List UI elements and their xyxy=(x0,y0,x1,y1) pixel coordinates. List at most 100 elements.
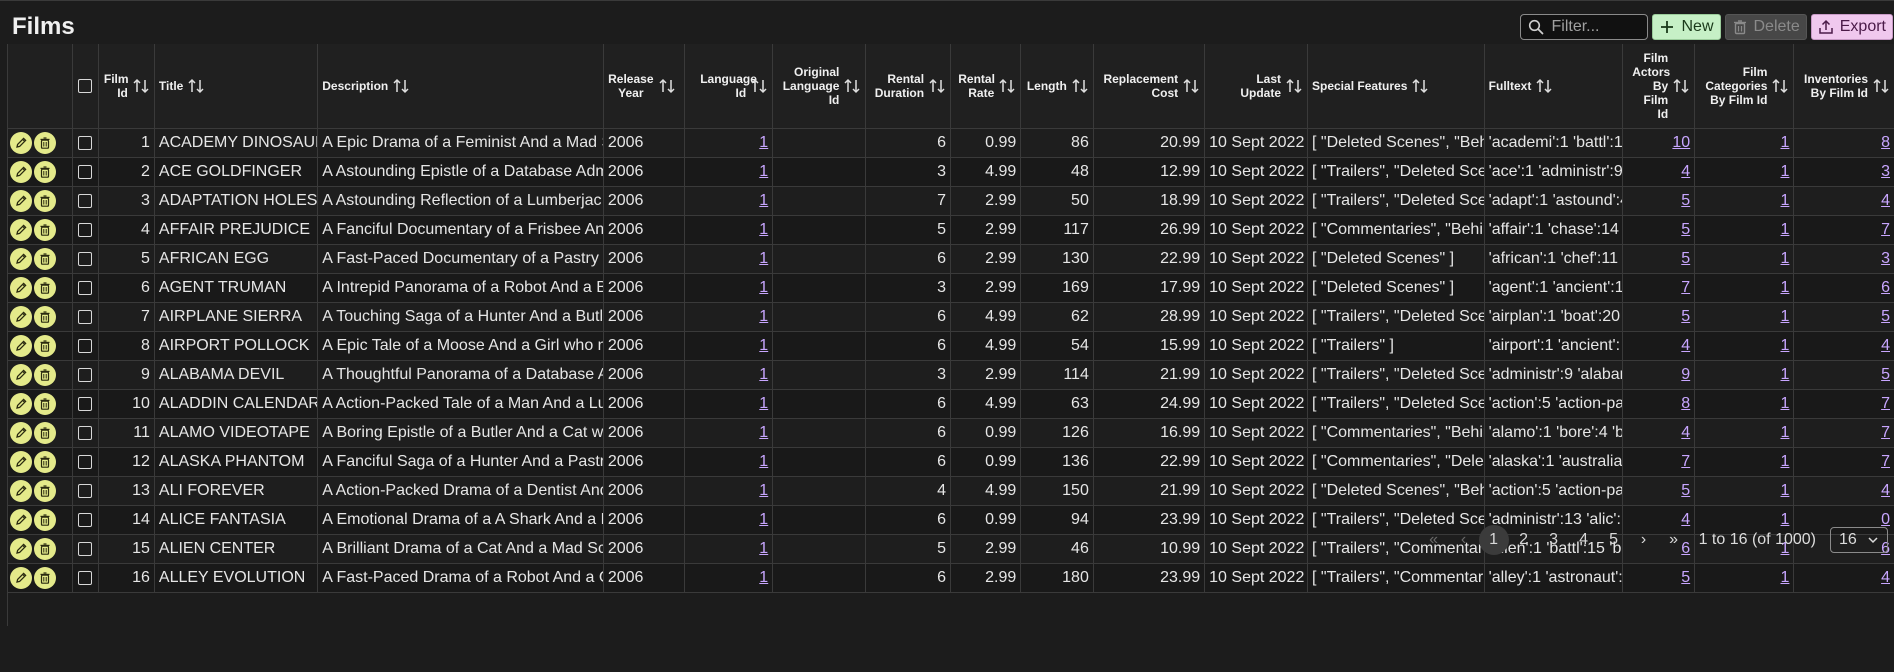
delete-row-button[interactable] xyxy=(34,363,56,386)
edit-row-button[interactable] xyxy=(10,566,32,589)
cell-language-id-link[interactable]: 1 xyxy=(759,482,768,499)
edit-row-button[interactable] xyxy=(10,160,32,183)
cell-film-actors-link[interactable]: 10 xyxy=(1672,134,1690,151)
header-replacement-cost[interactable]: Replacement Cost xyxy=(1093,44,1206,129)
cell-inventories-link[interactable]: 7 xyxy=(1881,453,1890,470)
cell-inventories-link[interactable]: 4 xyxy=(1881,192,1890,209)
cell-film-actors-link[interactable]: 5 xyxy=(1681,308,1690,325)
header-language-id[interactable]: Language Id xyxy=(684,44,774,129)
edit-row-button[interactable] xyxy=(10,479,32,502)
row-checkbox[interactable] xyxy=(78,483,93,498)
cell-film-categories-link[interactable]: 1 xyxy=(1781,482,1790,499)
sort-icon[interactable] xyxy=(750,77,768,95)
cell-film-actors-link[interactable]: 7 xyxy=(1681,453,1690,470)
header-title[interactable]: Title xyxy=(154,44,319,129)
row-checkbox[interactable] xyxy=(78,164,93,179)
cell-film-categories-link[interactable]: 1 xyxy=(1781,569,1790,586)
header-film-id[interactable]: Film Id xyxy=(98,44,155,129)
cell-language-id-link[interactable]: 1 xyxy=(759,424,768,441)
first-page-button[interactable]: « xyxy=(1419,525,1449,555)
cell-film-categories-link[interactable]: 1 xyxy=(1781,250,1790,267)
header-description[interactable]: Description xyxy=(317,44,604,129)
page-5-button[interactable]: 5 xyxy=(1599,525,1629,555)
cell-language-id-link[interactable]: 1 xyxy=(759,279,768,296)
edit-row-button[interactable] xyxy=(10,276,32,299)
delete-row-button[interactable] xyxy=(34,421,56,444)
row-checkbox[interactable] xyxy=(78,570,93,585)
cell-language-id-link[interactable]: 1 xyxy=(759,163,768,180)
row-checkbox[interactable] xyxy=(78,454,93,469)
row-checkbox[interactable] xyxy=(78,367,93,382)
delete-row-button[interactable] xyxy=(34,479,56,502)
page-4-button[interactable]: 4 xyxy=(1569,525,1599,555)
sort-icon[interactable] xyxy=(1535,77,1553,95)
sort-icon[interactable] xyxy=(843,77,861,95)
sort-icon[interactable] xyxy=(658,77,676,95)
cell-language-id-link[interactable]: 1 xyxy=(759,308,768,325)
row-checkbox[interactable] xyxy=(78,222,93,237)
cell-inventories-link[interactable]: 5 xyxy=(1881,366,1890,383)
cell-film-actors-link[interactable]: 5 xyxy=(1681,221,1690,238)
edit-row-button[interactable] xyxy=(10,305,32,328)
cell-film-categories-link[interactable]: 1 xyxy=(1781,366,1790,383)
header-film-categories[interactable]: Film Categories By Film Id xyxy=(1694,44,1795,129)
header-film-actors[interactable]: Film Actors By Film Id xyxy=(1622,44,1696,129)
edit-row-button[interactable] xyxy=(10,218,32,241)
cell-film-categories-link[interactable]: 1 xyxy=(1781,134,1790,151)
cell-language-id-link[interactable]: 1 xyxy=(759,395,768,412)
header-fulltext[interactable]: Fulltext xyxy=(1484,44,1623,129)
cell-inventories-link[interactable]: 4 xyxy=(1881,337,1890,354)
cell-language-id-link[interactable]: 1 xyxy=(759,366,768,383)
sort-icon[interactable] xyxy=(392,77,410,95)
header-rental-rate[interactable]: Rental Rate xyxy=(950,44,1022,129)
table-row[interactable]: 3 ADAPTATION HOLES A Astounding Reflection… xyxy=(8,186,1894,216)
row-checkbox[interactable] xyxy=(78,425,93,440)
sort-icon[interactable] xyxy=(132,77,150,95)
table-row[interactable]: 11 ALAMO VIDEOTAPE A Boring Epistle of a B… xyxy=(8,418,1894,448)
row-checkbox[interactable] xyxy=(78,135,93,150)
table-row[interactable]: 7 AIRPLANE SIERRA A Touching Saga of a Hun… xyxy=(8,302,1894,332)
sort-icon[interactable] xyxy=(1285,77,1303,95)
cell-film-actors-link[interactable]: 8 xyxy=(1681,395,1690,412)
cell-film-categories-link[interactable]: 1 xyxy=(1781,308,1790,325)
cell-film-categories-link[interactable]: 1 xyxy=(1781,424,1790,441)
last-page-button[interactable]: » xyxy=(1659,525,1689,555)
cell-film-categories-link[interactable]: 1 xyxy=(1781,279,1790,296)
delete-row-button[interactable] xyxy=(34,450,56,473)
table-row[interactable]: 2 ACE GOLDFINGER A Astounding Epistle of a… xyxy=(8,157,1894,187)
cell-film-actors-link[interactable]: 5 xyxy=(1681,250,1690,267)
table-row[interactable]: 10 ALADDIN CALENDAR A Action-Packed Tale o… xyxy=(8,389,1894,419)
edit-row-button[interactable] xyxy=(10,189,32,212)
delete-row-button[interactable] xyxy=(34,160,56,183)
sort-icon[interactable] xyxy=(1411,77,1429,95)
sort-icon[interactable] xyxy=(1071,77,1089,95)
cell-film-actors-link[interactable]: 9 xyxy=(1681,366,1690,383)
edit-row-button[interactable] xyxy=(10,363,32,386)
cell-film-categories-link[interactable]: 1 xyxy=(1781,337,1790,354)
table-row[interactable]: 5 AFRICAN EGG A Fast-Paced Documentary of … xyxy=(8,244,1894,274)
next-page-button[interactable]: › xyxy=(1629,525,1659,555)
cell-inventories-link[interactable]: 8 xyxy=(1881,134,1890,151)
header-length[interactable]: Length xyxy=(1020,44,1094,129)
header-last-update[interactable]: Last Update xyxy=(1204,44,1308,129)
cell-language-id-link[interactable]: 1 xyxy=(759,221,768,238)
header-release-year[interactable]: Release Year xyxy=(603,44,685,129)
edit-row-button[interactable] xyxy=(10,421,32,444)
cell-inventories-link[interactable]: 6 xyxy=(1881,279,1890,296)
sort-icon[interactable] xyxy=(1182,77,1200,95)
delete-row-button[interactable] xyxy=(34,276,56,299)
header-rental-duration[interactable]: Rental Duration xyxy=(865,44,952,129)
filter-input[interactable] xyxy=(1549,17,1644,37)
delete-row-button[interactable] xyxy=(34,305,56,328)
cell-inventories-link[interactable]: 3 xyxy=(1881,163,1890,180)
sort-icon[interactable] xyxy=(1872,77,1890,95)
filter-box[interactable] xyxy=(1520,14,1649,40)
row-checkbox[interactable] xyxy=(78,309,93,324)
cell-film-actors-link[interactable]: 5 xyxy=(1681,192,1690,209)
select-all-checkbox[interactable] xyxy=(78,78,93,93)
cell-inventories-link[interactable]: 7 xyxy=(1881,424,1890,441)
page-1-button[interactable]: 1 xyxy=(1478,525,1509,555)
cell-film-categories-link[interactable]: 1 xyxy=(1781,192,1790,209)
sort-icon[interactable] xyxy=(998,77,1016,95)
cell-film-categories-link[interactable]: 1 xyxy=(1781,453,1790,470)
